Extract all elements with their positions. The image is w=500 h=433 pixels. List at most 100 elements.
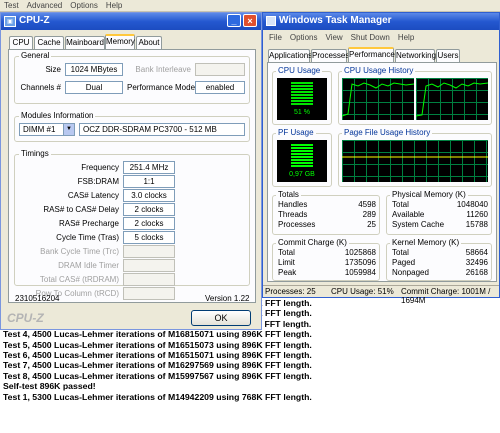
stat-value: 1059984 (344, 268, 376, 277)
background-menubar: Test Advanced Options Help (0, 0, 500, 12)
timing-value (123, 287, 175, 300)
taskmgr-statusbar: Processes: 25 CPU Usage: 51% Commit Char… (263, 285, 499, 305)
bank-interleave-label: Bank Interleave (135, 65, 191, 74)
stat-value: 26168 (465, 268, 488, 277)
cpuz-brand-logo: CPU-Z (7, 311, 44, 325)
console-line: Test 7, 4500 Lucas-Lehmer iterations of … (3, 360, 312, 371)
pf-usage-value: 0,97 GB (289, 171, 315, 178)
stat-key: Threads (278, 210, 308, 219)
taskmgr-titlebar[interactable]: Windows Task Manager (263, 13, 499, 30)
menu-view[interactable]: View (321, 33, 346, 42)
tab-applications[interactable]: Applications (268, 49, 312, 62)
stat-value: 1025868 (344, 248, 376, 257)
menu-help[interactable]: Help (102, 0, 126, 10)
timing-value (123, 259, 175, 272)
pf-usage-meter: 0,97 GB (277, 140, 327, 182)
timing-label: CAS# Latency (67, 191, 119, 200)
menu-options[interactable]: Options (286, 33, 322, 42)
channels-value: Dual (65, 81, 123, 94)
stat-key: Handles (278, 200, 308, 209)
cpu-usage-value: 51 % (294, 109, 310, 116)
cpuz-titlebar[interactable]: ▣ CPU-Z _ × (1, 13, 261, 30)
kernel-memory-table: Total 58664 Paged 32496 Nonpaged 26168 (392, 248, 488, 278)
timing-label: Frequency (81, 163, 119, 172)
stat-key: System Cache (392, 220, 445, 229)
cpu-history-line (416, 82, 488, 117)
stat-key: Peak (278, 268, 297, 277)
cpuz-window: ▣ CPU-Z _ × CPU Cache Mainboard Memory A… (0, 12, 262, 330)
timing-value: 2 clocks (123, 203, 175, 216)
pf-usage-label: PF Usage (276, 128, 316, 137)
stat-value: 15788 (465, 220, 488, 229)
chevron-down-icon[interactable]: ▼ (63, 124, 74, 135)
console-line: Test 6, 4500 Lucas-Lehmer iterations of … (3, 350, 312, 361)
menu-test[interactable]: Test (0, 0, 23, 10)
ok-button[interactable]: OK (191, 310, 251, 326)
stat-key: Total (392, 248, 409, 257)
timing-label: Total CAS# (tRDRAM) (39, 275, 119, 284)
cpuz-title: CPU-Z (19, 15, 50, 26)
cpuz-id: 2310516204 (15, 294, 60, 303)
console-line: Test 1, 5300 Lucas-Lehmer iterations of … (3, 391, 312, 402)
tab-memory[interactable]: Memory (105, 34, 135, 49)
cpuz-app-icon: ▣ (4, 16, 16, 27)
pf-history-label: Page File Usage History (342, 128, 433, 137)
performance-panel: CPU Usage 51 % CPU Usage History PF Usag… (267, 62, 497, 282)
timing-value (123, 245, 175, 258)
status-commit: Commit Charge: 1001M / 1694M (401, 287, 491, 305)
timing-value (123, 273, 175, 286)
kernel-memory-label: Kernel Memory (K) (390, 238, 462, 247)
timing-value: 251.4 MHz (123, 161, 175, 174)
pf-usage-bar (291, 144, 313, 168)
timings-label: Timings (19, 149, 51, 158)
close-button[interactable]: × (243, 14, 257, 27)
tab-users[interactable]: Users (436, 49, 460, 62)
pf-history-graph (342, 140, 488, 182)
console-line: Test 8, 4500 Lucas-Lehmer iterations of … (3, 370, 312, 381)
timing-label: Bank Cycle Time (Trc) (40, 247, 119, 256)
stat-value: 25 (367, 220, 376, 229)
modules-label: Modules Information (19, 111, 96, 120)
bank-interleave-value (195, 63, 245, 76)
stat-value: 1048040 (456, 200, 488, 209)
menu-help[interactable]: Help (394, 33, 418, 42)
cpu-usage-label: CPU Usage (276, 66, 323, 75)
dimm-description: OCZ DDR-SDRAM PC3700 - 512 MB (79, 123, 245, 136)
tab-mainboard[interactable]: Mainboard (65, 36, 105, 49)
tab-performance[interactable]: Performance (348, 47, 395, 62)
stat-value: 11260 (466, 210, 488, 219)
cpuz-version: Version 1.22 (205, 294, 250, 303)
tab-networking[interactable]: Networking (395, 49, 436, 62)
minimize-button[interactable]: _ (227, 14, 241, 27)
tab-processes[interactable]: Processes (311, 49, 349, 62)
status-processes: Processes: 25 (265, 287, 316, 296)
tab-cpu[interactable]: CPU (9, 36, 33, 49)
physical-memory-table: Total 1048040 Available 11260 System Cache… (392, 200, 488, 230)
memory-panel: General Size 1024 MBytes Bank Interleave… (8, 49, 256, 303)
taskmgr-menubar: File Options View Shut Down Help (265, 33, 418, 42)
stat-value: 289 (362, 210, 376, 219)
stat-key: Total (392, 200, 409, 209)
tab-about[interactable]: About (136, 36, 162, 49)
stat-value: 58664 (465, 248, 488, 257)
stat-key: Total (278, 248, 295, 257)
channels-label: Channels # (20, 83, 61, 92)
stat-key: Nonpaged (392, 268, 429, 277)
dimm-select[interactable]: DIMM #1 ▼ (19, 123, 75, 136)
tab-cache[interactable]: Cache (34, 36, 64, 49)
stat-key: Processes (278, 220, 316, 229)
performance-mode-value: enabled (195, 81, 245, 94)
timing-label: FSB:DRAM (77, 177, 119, 186)
pf-history-line (342, 156, 488, 158)
status-cpu: CPU Usage: 51% (331, 287, 394, 296)
dimm-select-value: DIMM #1 (23, 125, 56, 134)
menu-shutdown[interactable]: Shut Down (347, 33, 394, 42)
menu-file[interactable]: File (265, 33, 286, 42)
timing-label: DRAM Idle Timer (58, 261, 119, 270)
cpu-history-graph-core1 (342, 78, 414, 120)
menu-advanced[interactable]: Advanced (23, 0, 67, 10)
size-value: 1024 MBytes (65, 63, 123, 76)
taskmgr-app-icon (266, 16, 276, 26)
commit-charge-label: Commit Charge (K) (276, 238, 349, 247)
menu-options[interactable]: Options (66, 0, 102, 10)
